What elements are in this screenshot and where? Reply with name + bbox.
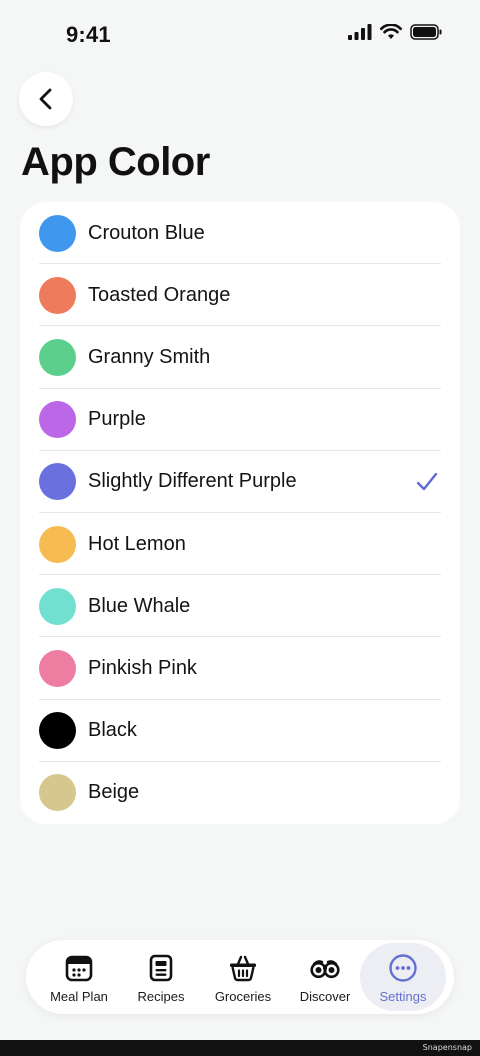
tab-discover[interactable]: Discover [282, 943, 368, 1011]
color-option[interactable]: Toasted Orange [20, 264, 460, 327]
tab-label-discover: Discover [299, 989, 351, 1004]
cellular-signal-icon [348, 24, 372, 40]
color-option[interactable]: Purple [20, 389, 460, 451]
watermark: Snapensnap [422, 1043, 472, 1052]
back-button[interactable] [19, 72, 73, 126]
color-swatch [39, 525, 76, 563]
color-swatch [39, 214, 76, 252]
color-option[interactable]: Beige [20, 762, 460, 824]
tab-settings[interactable]: Settings [360, 943, 446, 1011]
color-option[interactable]: Hot Lemon [20, 513, 460, 576]
color-label: Hot Lemon [88, 532, 186, 555]
tab-label-settings: Settings [379, 989, 427, 1004]
color-swatch [39, 276, 76, 314]
color-swatch [39, 649, 76, 687]
tab-label-groceries: Groceries [214, 989, 272, 1004]
color-option[interactable]: Blue Whale [20, 575, 460, 638]
color-swatch [39, 712, 76, 750]
color-option[interactable]: Slightly Different Purple [20, 451, 460, 513]
more-circle-icon [389, 954, 417, 982]
checkmark-icon [416, 472, 438, 490]
binoculars-icon [310, 960, 340, 979]
color-swatch [39, 401, 76, 439]
color-label: Beige [88, 781, 140, 804]
color-swatch [39, 463, 76, 501]
status-time: 9:41 [66, 22, 111, 47]
wifi-icon [380, 24, 402, 39]
tab-meal-plan[interactable]: Meal Plan [36, 943, 122, 1011]
color-swatch [39, 774, 76, 812]
tab-label-recipes: Recipes [137, 989, 185, 1004]
color-option[interactable]: Pinkish Pink [20, 637, 460, 700]
tab-recipes[interactable]: Recipes [118, 943, 204, 1011]
color-swatch [39, 338, 76, 376]
chevron-left-icon [39, 88, 52, 110]
color-label: Purple [88, 408, 146, 431]
color-option[interactable]: Granny Smith [20, 326, 460, 389]
tab-groceries[interactable]: Groceries [200, 943, 286, 1011]
color-label: Slightly Different Purple [88, 470, 297, 493]
tab-bar: Meal Plan Recipes Groceries Discover Set… [26, 940, 454, 1014]
color-swatch [39, 587, 76, 625]
color-label: Toasted Orange [88, 283, 231, 306]
color-label: Blue Whale [88, 594, 191, 617]
tab-label-meal-plan: Meal Plan [50, 989, 108, 1004]
calendar-icon [65, 955, 93, 982]
status-bar: 9:41 [0, 0, 480, 70]
color-option[interactable]: Black [20, 700, 460, 762]
color-label: Pinkish Pink [88, 656, 197, 679]
color-option[interactable]: Crouton Blue [20, 202, 460, 265]
color-label: Black [88, 719, 137, 742]
recipe-card-icon [149, 954, 173, 982]
page-title: App Color [21, 140, 210, 184]
color-label: Granny Smith [88, 345, 211, 368]
status-icons [348, 24, 442, 40]
color-list: Crouton Blue Toasted Orange Granny Smith Pu… [20, 202, 460, 824]
basket-icon [230, 955, 256, 982]
watermark-bar: Snapensnap [0, 1040, 480, 1056]
color-label: Crouton Blue [88, 221, 205, 244]
battery-icon [410, 24, 442, 40]
